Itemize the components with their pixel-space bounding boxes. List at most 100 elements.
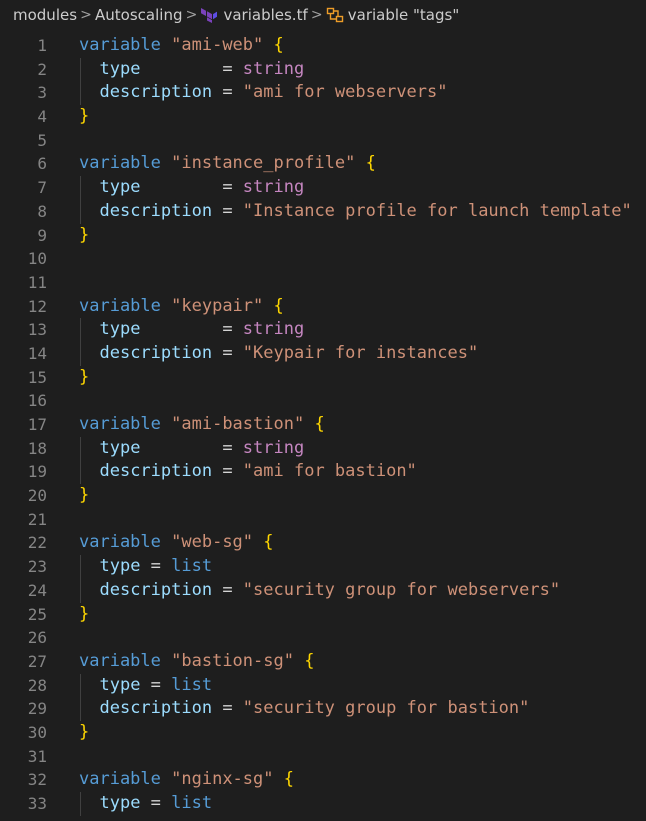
chevron-right-icon: > <box>185 7 198 23</box>
code-text: } <box>79 366 89 390</box>
code-token: type <box>99 437 141 458</box>
code-line[interactable]: 32 variable "nginx-sg" { <box>0 768 646 792</box>
code-line[interactable]: 30} <box>0 721 646 745</box>
code-line[interactable]: 12 variable "keypair" { <box>0 295 646 319</box>
code-token: list <box>171 793 213 813</box>
code-line[interactable]: 7 type = string <box>0 176 646 200</box>
code-text: type = string <box>79 437 304 461</box>
code-token: = <box>140 793 172 813</box>
code-token: string <box>242 177 305 198</box>
code-line[interactable]: 31 <box>0 745 646 769</box>
code-token: "ami for bastion" <box>242 461 417 482</box>
code-line[interactable]: 16 <box>0 389 646 413</box>
line-number: 23 <box>27 557 47 577</box>
code-line[interactable]: 25} <box>0 603 646 627</box>
code-token: string <box>242 437 305 458</box>
code-line[interactable]: 20} <box>0 484 646 508</box>
code-token: "Instance profile for launch template" <box>242 200 632 221</box>
code-text: description = "security group for webser… <box>79 579 560 603</box>
code-line[interactable]: 10 <box>0 247 646 271</box>
code-token: = <box>140 177 243 198</box>
code-text: variable "instance_profile" { <box>79 152 376 176</box>
code-token: variable <box>79 414 161 434</box>
code-token: "ami-web" <box>171 35 264 55</box>
code-editor[interactable]: 1 variable "ami-web" {2 type = string 3 de… <box>0 34 646 816</box>
code-line[interactable]: 9} <box>0 224 646 248</box>
code-token: "security group for webservers" <box>242 579 561 600</box>
code-line[interactable]: 19 description = "ami for bastion" <box>0 460 646 485</box>
code-line[interactable]: 1 variable "ami-web" { <box>0 34 646 58</box>
code-line[interactable]: 23 type = list <box>0 555 646 579</box>
code-line[interactable]: 22 variable "web-sg" { <box>0 531 646 555</box>
line-number: 8 <box>37 201 47 221</box>
code-token: = <box>212 82 243 103</box>
code-line[interactable]: 6 variable "instance_profile" { <box>0 152 646 176</box>
code-line[interactable]: 26 <box>0 626 646 650</box>
code-token: = <box>140 556 172 577</box>
code-token: string <box>242 319 305 340</box>
chevron-right-icon: > <box>80 7 92 23</box>
code-line[interactable]: 3 description = "ami for webservers" <box>0 81 646 106</box>
line-number: 4 <box>37 107 47 127</box>
code-token: variable <box>79 295 161 316</box>
code-token: variable <box>79 769 161 790</box>
code-token: variable <box>79 153 161 174</box>
code-token: type <box>99 58 141 79</box>
line-number: 17 <box>27 415 47 434</box>
breadcrumb: modules > Autoscaling > variables.tf > v… <box>0 0 646 30</box>
variable-symbol-icon <box>326 7 343 23</box>
code-line[interactable]: 33 type = list <box>0 792 646 816</box>
code-text: variable "web-sg" { <box>79 531 274 555</box>
code-text: } <box>79 721 89 745</box>
code-line[interactable]: 14 description = "Keypair for instances" <box>0 341 646 366</box>
line-number: 22 <box>27 533 47 553</box>
code-text: description = "Keypair for instances" <box>79 342 478 366</box>
code-line[interactable]: 2 type = string <box>0 57 646 82</box>
code-token: type <box>99 793 141 813</box>
code-text: variable "nginx-sg" { <box>79 768 294 792</box>
code-line[interactable]: 17 variable "ami-bastion" { <box>0 413 646 437</box>
breadcrumb-item-modules[interactable]: modules <box>13 6 77 24</box>
code-line[interactable]: 18 type = string <box>0 436 646 461</box>
code-text: } <box>79 603 89 627</box>
code-token: = <box>140 319 243 340</box>
code-line[interactable]: 11 <box>0 271 646 295</box>
code-line[interactable]: 27 variable "bastion-sg" { <box>0 650 646 674</box>
code-line[interactable]: 24 description = "security group for web… <box>0 578 646 603</box>
line-number: 3 <box>37 83 47 103</box>
line-number: 15 <box>27 367 47 387</box>
code-token: variable <box>79 650 161 671</box>
code-line[interactable]: 8 description = "Instance profile for la… <box>0 199 646 224</box>
code-token: "ami-bastion" <box>171 414 305 434</box>
line-number: 33 <box>27 794 47 813</box>
code-line[interactable]: 13 type = string <box>0 318 646 342</box>
line-number: 18 <box>27 438 47 458</box>
code-line[interactable]: 28 type = list <box>0 673 646 698</box>
line-number: 30 <box>27 722 47 742</box>
code-token: type <box>99 177 141 198</box>
code-token: variable <box>79 35 161 55</box>
line-number: 32 <box>27 770 47 790</box>
code-token: "Keypair for instances" <box>242 342 479 363</box>
code-token: list <box>171 556 213 577</box>
code-token: type <box>99 556 141 577</box>
code-line[interactable]: 15} <box>0 366 646 390</box>
breadcrumb-item-autoscaling[interactable]: Autoscaling <box>95 6 182 24</box>
code-line[interactable]: 21 <box>0 508 646 532</box>
code-token: { <box>263 532 274 553</box>
line-number: 16 <box>27 391 47 411</box>
code-line[interactable]: 4} <box>0 105 646 129</box>
breadcrumb-item-symbol[interactable]: variable "tags" <box>326 6 459 24</box>
code-line[interactable]: 5 <box>0 129 646 153</box>
breadcrumb-item-file[interactable]: variables.tf <box>200 6 308 24</box>
line-number: 1 <box>37 36 47 55</box>
code-text: type = list <box>79 792 212 816</box>
code-line[interactable]: 29 description = "security group for bas… <box>0 697 646 721</box>
code-token: } <box>79 366 90 387</box>
